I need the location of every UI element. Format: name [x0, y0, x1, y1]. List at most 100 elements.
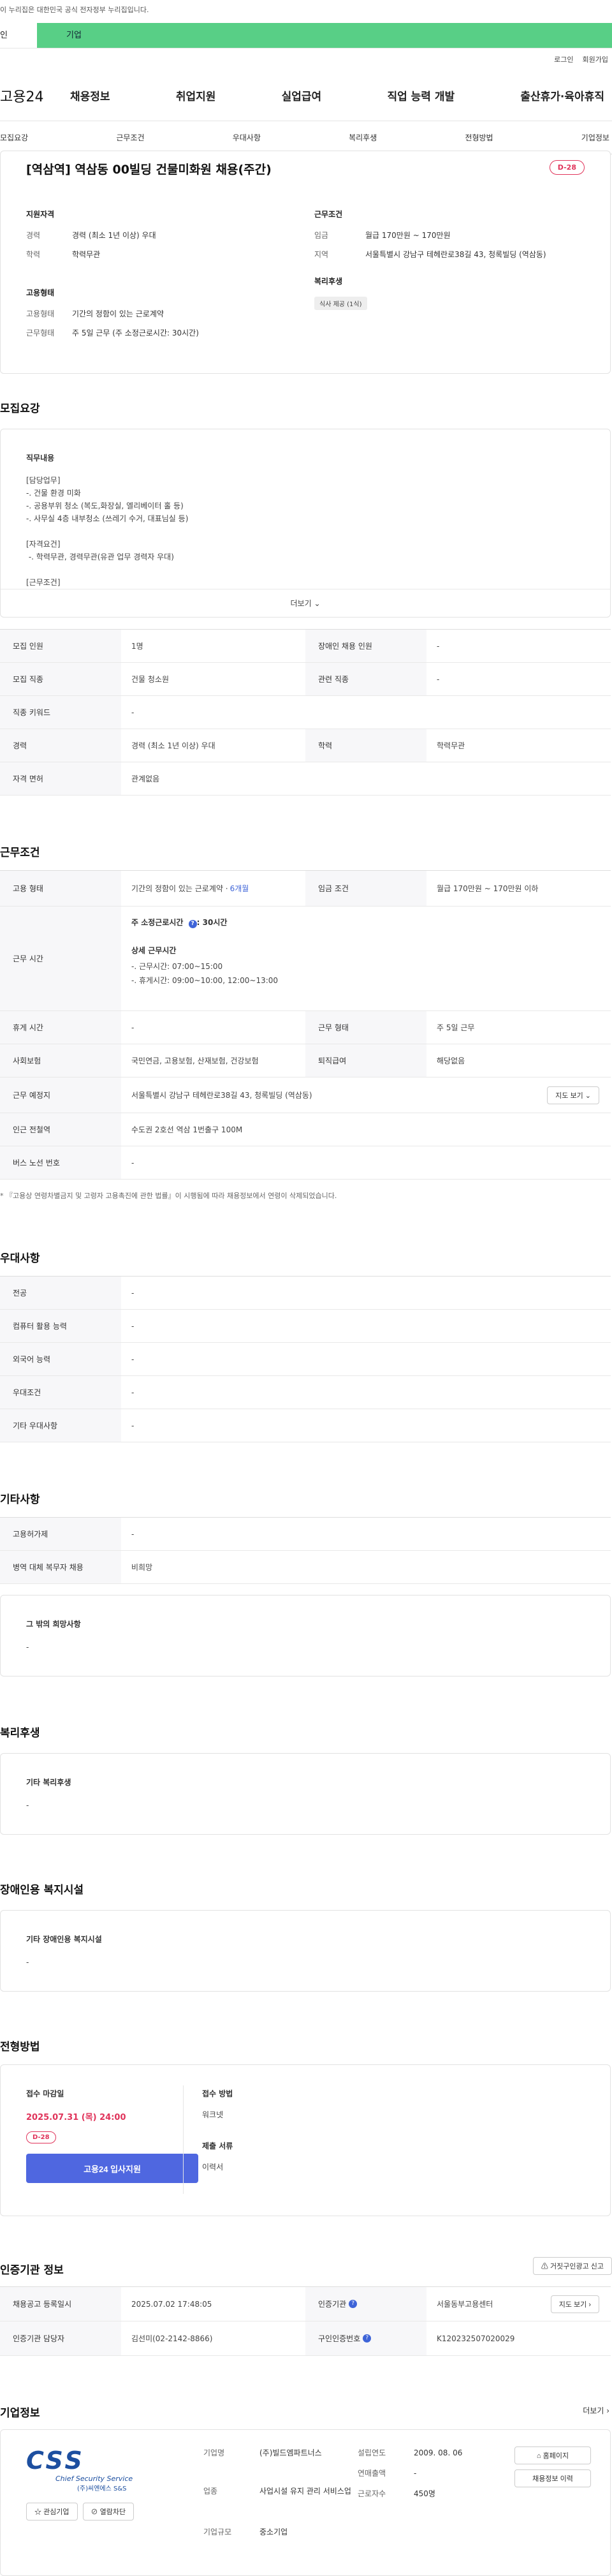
employment-heading: 고용형태 — [26, 288, 55, 297]
table-row: 컴퓨터 활용 능력 - — [0, 1310, 611, 1343]
info-icon[interactable]: ? — [188, 920, 197, 928]
cell-key: 근무 형태 — [305, 1011, 426, 1044]
login-link[interactable]: 로그인 — [554, 54, 573, 64]
apply-section-title: 전형방법 — [0, 2041, 40, 2054]
table-row: 고용 형태 기간의 정함이 있는 근로계약 · 6개월 임금 조건 월급 170만… — [0, 871, 611, 907]
report-button[interactable]: ⚠ 거짓구인광고 신고 — [532, 2257, 612, 2275]
founded-value: 2009. 08. 06 — [414, 2448, 463, 2457]
subnav-welfare[interactable]: 복리후생 — [349, 132, 377, 143]
emp-key: 고용형태 — [26, 309, 55, 318]
job-summary-card: [역삼역] 역삼동 00빌딩 건물미화원 채용(주간) D-28 지원자격 경력… — [0, 151, 611, 374]
subnav-preference[interactable]: 우대사항 — [233, 132, 261, 143]
star-icon: ☆ — [34, 2508, 41, 2516]
company-logo: CSS Chief Security Service (주)씨엔에스 S&S — [26, 2446, 154, 2492]
emp-key: 근무형태 — [26, 329, 55, 337]
disabled-label: 기타 장애인용 복지시설 — [26, 1935, 102, 1944]
qual-key: 학력 — [26, 250, 41, 259]
table-row: 병역 대체 복무자 채용 비희망 — [0, 1551, 611, 1584]
welfare-value: - — [26, 1801, 29, 1810]
cell-value: 수도권 2호선 역삼 1번출구 100M — [131, 1125, 243, 1134]
block-label: 열람차단 — [99, 2508, 126, 2516]
job-title: [역삼역] 역삼동 00빌딩 건물미화원 채용(주간) — [26, 163, 272, 177]
cell-key: 임금 조건 — [305, 871, 426, 906]
cell-key: 외국어 능력 — [0, 1343, 121, 1375]
table-row: 근무 시간 주 소정근로시간 ?: 30시간 상세 근무시간 -. 근무시간: … — [0, 907, 611, 1011]
cell-key: 근무 예정지 — [0, 1077, 121, 1113]
apply-button[interactable]: 고용24 입사지원 — [26, 2154, 198, 2183]
tab-personal[interactable]: 인 — [0, 23, 37, 48]
cell-key: 사회보험 — [0, 1044, 121, 1077]
hope-label: 그 밖의 희망사항 — [26, 1620, 81, 1629]
table-row: 채용공고 등록일시 2025.07.02 17:48:05 인증기관? 서울동부고… — [0, 2287, 611, 2321]
map-button[interactable]: 지도 보기 ⌄ — [547, 1086, 599, 1104]
logo-subtitle: Chief Security Service — [55, 2475, 133, 2483]
employees-value: 450명 — [414, 2489, 435, 2498]
logo-mark: CSS — [26, 2446, 85, 2475]
table-row: 직종 키워드 - — [0, 696, 611, 729]
table-row: 모집 인원 1명 장애인 채용 인원 - — [0, 630, 611, 663]
homepage-button[interactable]: ⌂ 홈페이지 — [514, 2446, 591, 2464]
cell-value: 주 5일 근무 — [437, 1023, 475, 1032]
subnav-company[interactable]: 기업정보 — [581, 132, 609, 143]
subnav-recruit[interactable]: 모집요강 — [0, 132, 28, 143]
deadline-value: 2025.07.31 (목) 24:00 — [26, 2113, 126, 2122]
employees-key: 근로자수 — [358, 2489, 386, 2498]
duty-more-button[interactable]: 더보기 ⌄ — [1, 589, 610, 617]
cell-key: 기타 우대사항 — [0, 1409, 121, 1442]
report-button-label: 거짓구인광고 신고 — [550, 2263, 604, 2270]
cell-value: - — [131, 1354, 135, 1364]
table-row: 모집 직종 건물 청소원 관련 직종 - — [0, 663, 611, 696]
cell-key: 휴게 시간 — [0, 1011, 121, 1044]
pref-section-title: 우대사항 — [0, 1252, 40, 1265]
block-company-button[interactable]: ⊘ 열람차단 — [82, 2503, 135, 2520]
cell-value: 서울동부고용센터 지도 보기 › — [426, 2287, 611, 2321]
home-icon: ⌂ — [536, 2452, 541, 2460]
contract-period-link[interactable]: 6개월 — [230, 883, 249, 894]
cell-key: 병역 대체 복무자 채용 — [0, 1551, 121, 1583]
table-row: 우대조건 - — [0, 1376, 611, 1409]
map-button-label: 지도 보기 — [558, 2300, 587, 2309]
agency-map-button[interactable]: 지도 보기 › — [550, 2295, 599, 2313]
etc-section-title: 기타사항 — [0, 1493, 40, 1506]
cell-value: 국민연금, 고용보험, 산재보험, 건강보험 — [131, 1056, 259, 1065]
table-row: 버스 노선 번호 - — [0, 1146, 611, 1180]
chevron-right-icon: › — [588, 2300, 591, 2309]
cell-value: 경력 (최소 1년 이상) 우대 — [131, 741, 215, 750]
favorite-company-button[interactable]: ☆ 관심기업 — [26, 2503, 78, 2520]
disabled-section-title: 장애인용 복지시설 — [0, 1884, 84, 1897]
gnb-jobs[interactable]: 채용정보 — [70, 87, 110, 103]
table-row: 인증기관 담당자 김선미(02-2142-8866) 구인인증번호? K12023… — [0, 2321, 611, 2356]
site-logo[interactable]: 고용24 — [0, 85, 70, 106]
company-more-link[interactable]: 더보기 › — [583, 2405, 609, 2416]
cond-key: 지역 — [314, 250, 329, 259]
join-link[interactable]: 회원가입 — [583, 54, 608, 64]
qual-key: 경력 — [26, 231, 41, 240]
work-place: 서울특별시 강남구 테헤란로38길 43, 청록빌딩 (역삼동) — [131, 1091, 312, 1100]
table-row: 자격 면허 관계없음 — [0, 762, 611, 796]
etc-table: 고용허가제 - 병역 대체 복무자 채용 비희망 — [0, 1517, 611, 1584]
qual-value: 학력무관 — [72, 250, 101, 259]
welfare-chip: 식사 제공 (1식) — [314, 297, 367, 310]
weekly-hours-value: : 30시간 — [196, 918, 228, 927]
gnb-benefit[interactable]: 실업급여 — [282, 87, 322, 103]
job-history-button[interactable]: 채용정보 이력 — [514, 2469, 591, 2487]
table-row: 기타 우대사항 - — [0, 1409, 611, 1442]
chevron-right-icon: › — [606, 2406, 609, 2415]
gnb-training[interactable]: 직업 능력 개발 — [387, 87, 455, 103]
util-bar: 로그인 회원가입 — [0, 48, 612, 70]
name-value: (주)빌드엠파트너스 — [259, 2448, 322, 2457]
docs-label: 제출 서류 — [202, 2142, 233, 2150]
gnb-leave[interactable]: 출산휴가·육아휴직 — [520, 87, 604, 103]
tab-company[interactable]: 기업 — [37, 23, 612, 48]
subnav-apply[interactable]: 전형방법 — [465, 132, 493, 143]
table-row: 사회보험 국민연금, 고용보험, 산재보험, 건강보험 퇴직급여 해당없음 — [0, 1044, 611, 1077]
cell-key: 직종 키워드 — [0, 696, 121, 729]
cell-key: 모집 인원 — [0, 630, 121, 662]
info-icon[interactable]: ? — [363, 2334, 372, 2343]
cond-value: 월급 170만원 ~ 170만원 — [365, 231, 451, 240]
cell-key: 고용 형태 — [0, 871, 121, 906]
subnav-conditions[interactable]: 근무조건 — [116, 132, 144, 143]
info-icon[interactable]: ? — [349, 2300, 358, 2308]
hours-value: 주 소정근로시간 ?: 30시간 상세 근무시간 -. 근무시간: 07:00~… — [121, 907, 611, 1010]
gnb-support[interactable]: 취업지원 — [176, 87, 216, 103]
